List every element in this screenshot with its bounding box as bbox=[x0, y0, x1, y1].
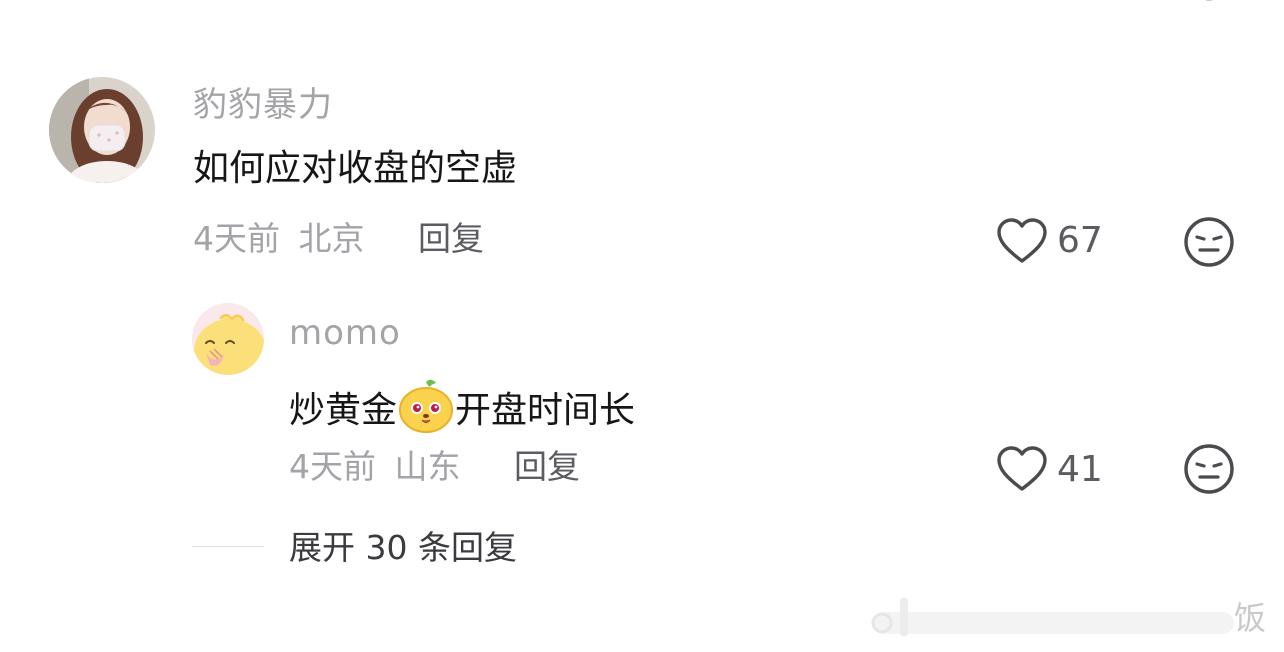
yellow-cartoon-emoji bbox=[399, 379, 454, 433]
watermark-text: 饭 bbox=[1234, 599, 1267, 637]
reply-button[interactable]: 回复 bbox=[514, 450, 580, 483]
avatar[interactable] bbox=[192, 303, 264, 375]
expand-divider bbox=[192, 546, 264, 547]
reply-text: 炒黄金 开盘时间长 bbox=[289, 378, 635, 434]
comment-time: 4天前 bbox=[193, 219, 280, 258]
comment-meta: 4天前 北京 bbox=[193, 222, 365, 255]
comment-text: 如何应对收盘的空虚 bbox=[193, 148, 518, 189]
watermark-graphic bbox=[871, 598, 1234, 636]
avatar[interactable] bbox=[49, 77, 155, 183]
comment-username[interactable]: 豹豹暴力 bbox=[193, 88, 333, 122]
like-count: 67 bbox=[1057, 220, 1103, 261]
expressionless-face-icon[interactable] bbox=[1183, 443, 1235, 495]
partial-icon bbox=[1205, 0, 1213, 1]
reply-text-part: 开盘时间长 bbox=[455, 390, 636, 431]
expressionless-face-icon[interactable] bbox=[1183, 216, 1235, 268]
heart-outline-icon[interactable] bbox=[996, 445, 1048, 493]
reply-text-part: 炒黄金 bbox=[289, 390, 398, 431]
like-count: 41 bbox=[1057, 449, 1103, 490]
reply-location: 山东 bbox=[394, 447, 461, 486]
watermark: 饭 bbox=[870, 594, 1284, 642]
avatar-image bbox=[192, 303, 264, 375]
reply-time: 4天前 bbox=[289, 447, 376, 486]
expand-replies-button[interactable]: 展开 30 条回复 bbox=[289, 531, 517, 564]
avatar-image bbox=[49, 77, 155, 183]
reply-button[interactable]: 回复 bbox=[418, 222, 484, 255]
heart-outline-icon[interactable] bbox=[996, 217, 1048, 265]
reply-meta: 4天前 山东 bbox=[289, 450, 461, 483]
reply-username[interactable]: momo bbox=[289, 316, 401, 350]
comment-location: 北京 bbox=[298, 219, 365, 258]
